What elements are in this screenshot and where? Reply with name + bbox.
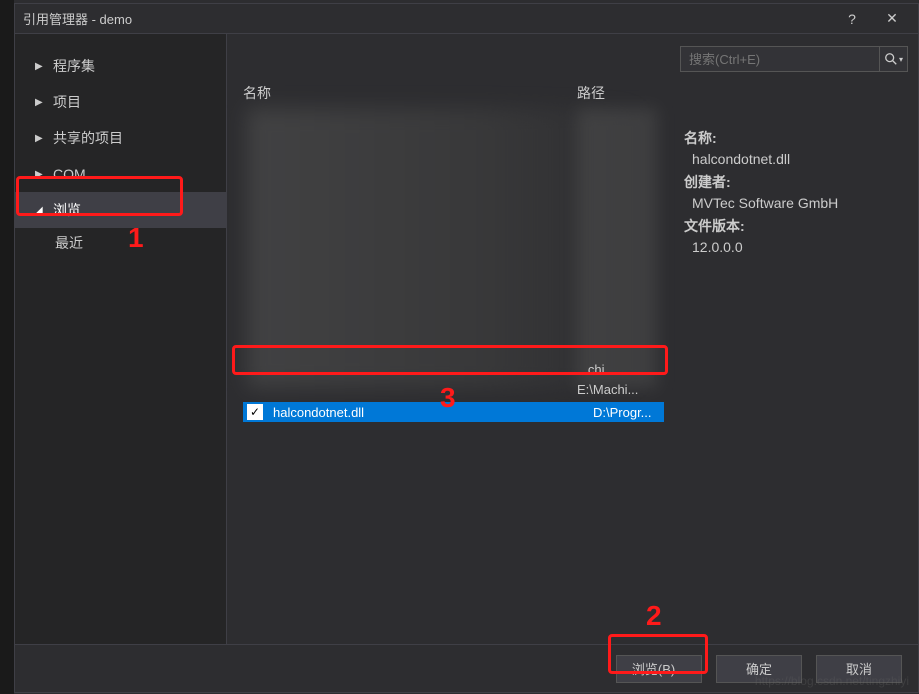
detail-name-value: halcondotnet.dll	[692, 149, 906, 170]
window-controls: ? ✕	[832, 4, 912, 33]
sidebar-sub-label: 最近	[55, 233, 83, 253]
sidebar-item-label: 浏览	[53, 200, 81, 220]
caret-right-icon: ▶	[35, 133, 47, 144]
caret-right-icon: ▶	[35, 97, 47, 108]
list-row-path-partial[interactable]: E:\Machi...	[577, 382, 638, 402]
blurred-paths	[577, 108, 657, 388]
sidebar-item-projects[interactable]: ▶ 项目	[15, 84, 226, 120]
watermark: https://blog.csdn.net/tingzhiyi	[755, 674, 909, 688]
search-input[interactable]	[681, 52, 879, 67]
search-box: ▾	[680, 46, 908, 72]
search-icon	[884, 52, 898, 66]
list-row-path-partial[interactable]: ...chi...	[577, 362, 615, 382]
sidebar-item-assemblies[interactable]: ▶ 程序集	[15, 48, 226, 84]
main-area: ▾ 名称 路径 ...chi... E:\Machi... ✓ halcondo…	[227, 34, 918, 644]
caret-down-icon: ◢	[35, 205, 47, 216]
detail-version-label: 文件版本:	[684, 216, 906, 237]
caret-right-icon: ▶	[35, 169, 47, 180]
column-header-path[interactable]: 路径	[577, 80, 605, 106]
details-panel: 名称: halcondotnet.dll 创建者: MVTec Software…	[674, 80, 918, 644]
search-button[interactable]: ▾	[879, 47, 907, 71]
help-button[interactable]: ?	[832, 4, 872, 33]
sidebar-sub-recent[interactable]: 最近	[15, 228, 226, 258]
dialog-body: ▶ 程序集 ▶ 项目 ▶ 共享的项目 ▶ COM ◢ 浏览 最近	[15, 34, 918, 644]
sidebar-item-label: COM	[53, 166, 86, 182]
titlebar: 引用管理器 - demo ? ✕	[15, 4, 918, 34]
sidebar-item-label: 共享的项目	[53, 128, 123, 148]
sidebar-item-shared-projects[interactable]: ▶ 共享的项目	[15, 120, 226, 156]
column-header-name[interactable]: 名称	[243, 80, 271, 106]
browse-button[interactable]: 浏览(B)...	[616, 655, 702, 683]
sidebar: ▶ 程序集 ▶ 项目 ▶ 共享的项目 ▶ COM ◢ 浏览 最近	[15, 34, 227, 644]
file-list: 名称 路径 ...chi... E:\Machi... ✓ halcondotn…	[227, 80, 674, 644]
list-area: 名称 路径 ...chi... E:\Machi... ✓ halcondotn…	[227, 80, 918, 644]
sidebar-item-browse[interactable]: ◢ 浏览	[15, 192, 226, 228]
detail-creator-value: MVTec Software GmbH	[692, 193, 906, 214]
checkbox-checked[interactable]: ✓	[247, 404, 263, 420]
reference-manager-window: 引用管理器 - demo ? ✕ ▶ 程序集 ▶ 项目 ▶ 共享的项目 ▶ CO…	[14, 3, 919, 693]
left-edge-crop	[0, 0, 14, 694]
sidebar-item-label: 项目	[53, 92, 81, 112]
list-row-selected[interactable]: ✓ halcondotnet.dll D:\Progr...	[243, 402, 664, 422]
close-button[interactable]: ✕	[872, 4, 912, 33]
caret-right-icon: ▶	[35, 61, 47, 72]
sidebar-item-com[interactable]: ▶ COM	[15, 156, 226, 192]
row-name-cell: halcondotnet.dll	[273, 405, 593, 420]
detail-creator-label: 创建者:	[684, 172, 906, 193]
dropdown-caret-icon: ▾	[899, 55, 903, 64]
sidebar-item-label: 程序集	[53, 56, 95, 76]
window-title: 引用管理器 - demo	[23, 9, 132, 28]
detail-version-value: 12.0.0.0	[692, 237, 906, 258]
row-path-cell: D:\Progr...	[593, 405, 652, 420]
detail-name-label: 名称:	[684, 128, 906, 149]
